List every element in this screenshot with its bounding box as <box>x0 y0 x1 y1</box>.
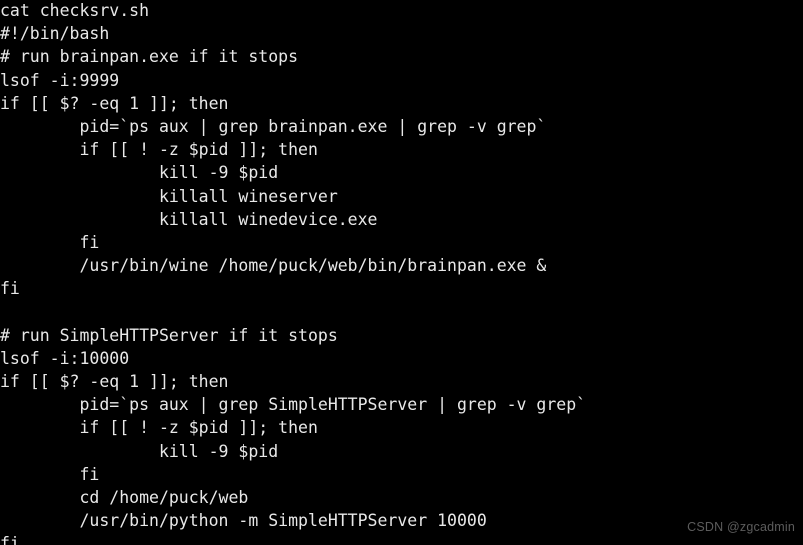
terminal-line: if [[ ! -z $pid ]]; then <box>0 418 318 438</box>
terminal-window[interactable]: cat checksrv.sh #!/bin/bash # run brainpan… <box>0 0 803 545</box>
terminal-output: cat checksrv.sh #!/bin/bash # run brainpan… <box>0 0 586 545</box>
terminal-line: if [[ $? -eq 1 ]]; then <box>0 93 229 113</box>
terminal-line: pid=`ps aux | grep SimpleHTTPServer | gr… <box>0 395 587 415</box>
terminal-line: pid=`ps aux | grep brainpan.exe | grep -… <box>0 116 547 136</box>
terminal-line: cat checksrv.sh <box>0 1 150 20</box>
terminal-line: lsof -i:9999 <box>0 70 120 90</box>
terminal-line: lsof -i:10000 <box>0 348 130 368</box>
terminal-line: cd /home/puck/web <box>0 487 249 507</box>
terminal-line: /usr/bin/wine /home/puck/web/bin/brainpa… <box>0 256 547 276</box>
terminal-line: # run SimpleHTTPServer if it stops <box>0 325 338 345</box>
terminal-line: fi <box>0 464 100 484</box>
terminal-line: # run brainpan.exe if it stops <box>0 47 299 67</box>
terminal-line: if [[ $? -eq 1 ]]; then <box>0 372 229 391</box>
terminal-line: fi <box>0 534 20 545</box>
terminal-line: if [[ ! -z $pid ]]; then <box>0 140 318 160</box>
terminal-line: fi <box>0 279 20 299</box>
terminal-line: kill -9 $pid <box>0 441 279 461</box>
terminal-line: /usr/bin/python -m SimpleHTTPServer 1000… <box>0 511 487 531</box>
terminal-line: killall wineserver <box>0 186 338 206</box>
terminal-line: #!/bin/bash <box>0 24 110 44</box>
terminal-line: fi <box>0 232 100 252</box>
terminal-line: killall winedevice.exe <box>0 209 378 229</box>
csdn-watermark: CSDN @zgcadmin <box>687 519 795 534</box>
terminal-line: kill -9 $pid <box>0 163 279 183</box>
